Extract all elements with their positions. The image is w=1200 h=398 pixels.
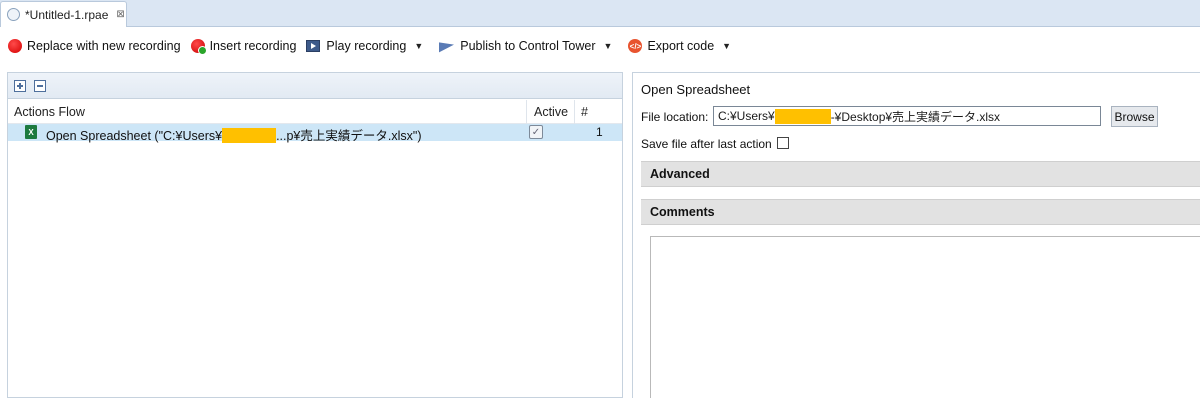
column-divider[interactable] <box>526 100 527 124</box>
file-location-start: C:¥Users¥ <box>718 109 775 123</box>
column-divider[interactable] <box>574 100 575 124</box>
redaction-mark <box>774 108 831 124</box>
play-recording-label: Play recording <box>326 39 407 53</box>
excel-icon: X <box>25 125 37 139</box>
active-checkbox[interactable]: ✓ <box>529 125 543 139</box>
play-dropdown-icon[interactable]: ▼ <box>414 41 423 51</box>
document-icon <box>7 8 20 21</box>
publish-dropdown-icon[interactable]: ▼ <box>604 41 613 51</box>
export-dropdown-icon[interactable]: ▼ <box>722 41 731 51</box>
tab-untitled[interactable]: *Untitled-1.rpae ⊠ <box>0 1 127 27</box>
close-icon[interactable]: ⊠ <box>116 9 124 20</box>
column-actions-flow[interactable]: Actions Flow <box>14 105 85 119</box>
action-text-start: Open Spreadsheet ("C:¥Users¥ <box>46 129 223 143</box>
insert-recording-label: Insert recording <box>209 39 297 53</box>
paper-plane-icon <box>439 40 454 52</box>
play-icon <box>306 40 321 52</box>
collapse-all-icon[interactable] <box>34 79 46 92</box>
action-text-end: ...p¥売上実績データ.xlsx") <box>276 129 422 143</box>
export-code-label: Export code <box>647 39 715 53</box>
expand-all-icon[interactable] <box>14 79 26 92</box>
table-row[interactable]: X Open Spreadsheet ("C:¥Users¥ ...p¥売上実績デ… <box>8 124 622 144</box>
column-active[interactable]: Active <box>534 105 568 119</box>
row-number: 1 <box>596 125 603 139</box>
browse-button[interactable]: Browse <box>1111 106 1158 127</box>
record-icon <box>8 39 22 53</box>
insert-record-icon <box>190 39 207 55</box>
publish-button[interactable]: Publish to Control Tower ▼ <box>439 35 618 57</box>
save-file-checkbox[interactable] <box>777 137 789 149</box>
play-recording-button[interactable]: Play recording ▼ <box>306 35 429 57</box>
actions-flow-panel: Actions Flow Active # X Open Spreadsheet… <box>7 72 623 398</box>
code-icon: </> <box>628 39 643 53</box>
panel-title: Open Spreadsheet <box>641 82 751 97</box>
toolbar: Replace with new recording Insert record… <box>0 27 1200 65</box>
properties-panel: Open Spreadsheet File location: C:¥Users… <box>632 72 1200 398</box>
action-text: Open Spreadsheet ("C:¥Users¥ ...p¥売上実績データ… <box>46 125 422 144</box>
file-location-label: File location: <box>641 110 709 124</box>
flow-controls <box>8 73 622 99</box>
comments-textarea[interactable] <box>650 236 1200 398</box>
save-file-label: Save file after last action <box>641 137 772 151</box>
publish-label: Publish to Control Tower <box>460 39 596 53</box>
file-location-input[interactable]: C:¥Users¥ -¥Desktop¥売上実績データ.xlsx <box>713 106 1101 126</box>
column-number[interactable]: # <box>581 105 588 119</box>
replace-recording-button[interactable]: Replace with new recording <box>8 35 181 57</box>
editor-tab-bar: *Untitled-1.rpae ⊠ <box>0 0 1200 27</box>
tab-label: *Untitled-1.rpae <box>25 7 109 22</box>
file-location-end: -¥Desktop¥売上実績データ.xlsx <box>830 109 1001 124</box>
redaction-mark <box>222 128 277 143</box>
insert-recording-button[interactable]: Insert recording <box>190 35 297 57</box>
export-code-button[interactable]: </> Export code ▼ <box>628 35 737 57</box>
advanced-section-header[interactable]: Advanced <box>641 161 1200 187</box>
flow-column-header: Actions Flow Active # <box>8 100 622 124</box>
comments-section-header[interactable]: Comments <box>641 199 1200 225</box>
replace-recording-label: Replace with new recording <box>27 39 181 53</box>
